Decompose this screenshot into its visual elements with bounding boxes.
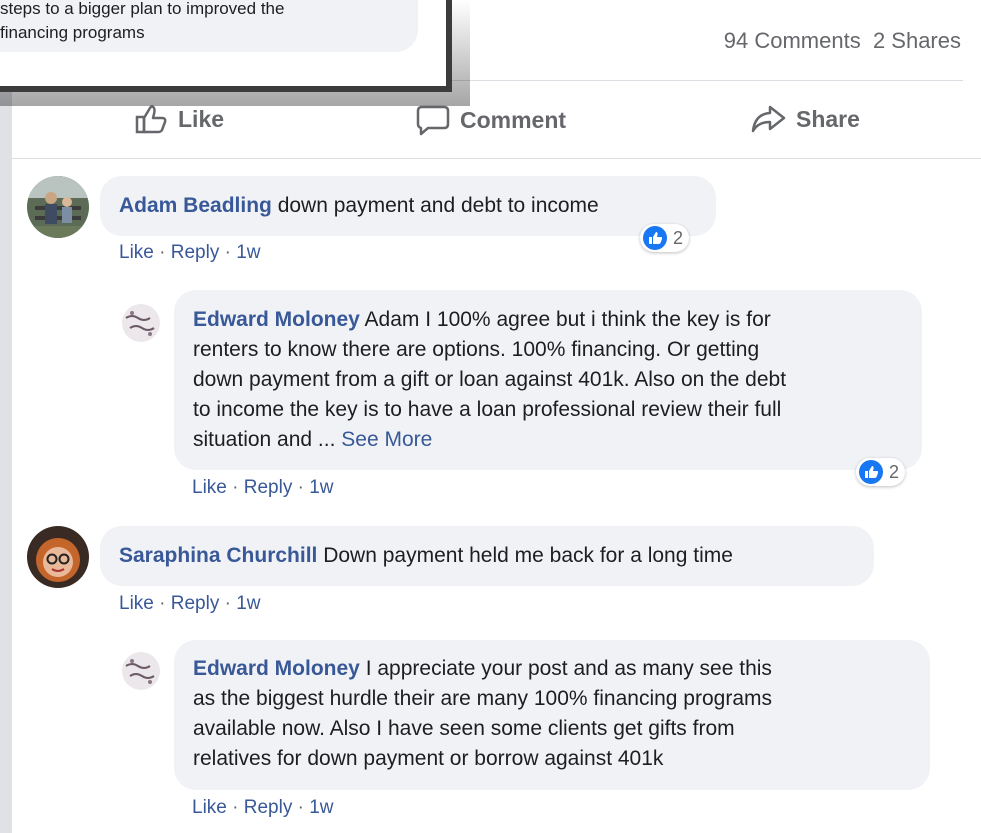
reply-timestamp[interactable]: 1w	[309, 797, 333, 818]
comment-actions: Like · Reply · 1w	[119, 242, 261, 263]
share-arrow-icon	[750, 104, 786, 134]
reply-text-line: down payment from a gift or loan against…	[193, 368, 787, 391]
shares-count-link[interactable]: 2 Shares	[873, 28, 961, 53]
reaction-count-value: 2	[673, 227, 684, 248]
comment-icon	[416, 104, 450, 136]
reply-text-line: to income the key is to have a loan prof…	[193, 398, 782, 421]
reply-timestamp[interactable]: 1w	[309, 477, 333, 498]
reply-like-link[interactable]: Like	[192, 477, 227, 498]
share-button[interactable]: Share	[750, 104, 860, 134]
reply-text-line: I appreciate your post and as many see t…	[359, 657, 772, 680]
comment-like-link[interactable]: Like	[119, 593, 154, 614]
reaction-count[interactable]: 2	[856, 458, 906, 486]
reaction-count[interactable]: 2	[640, 224, 690, 252]
avatar-edward-moloney[interactable]	[122, 304, 160, 342]
popup-comment-bubble: steps to a bigger plan to improved the f…	[0, 0, 418, 52]
thumbs-up-icon	[134, 104, 168, 134]
post-card: 94 Comments 2 Shares Like Comment Share	[12, 0, 981, 833]
popup-text-line: financing programs	[0, 23, 145, 42]
reply-text-line: renters to know there are options. 100% …	[193, 338, 760, 361]
reply-actions: Like · Reply · 1w	[192, 797, 334, 818]
reply-text-line: available now. Also I have seen some cli…	[193, 717, 735, 740]
reply-text-line: situation and ...	[193, 428, 342, 451]
reply-text-line: relatives for down payment or borrow aga…	[193, 747, 664, 770]
post-stats: 94 Comments 2 Shares	[724, 28, 961, 54]
share-button-label: Share	[796, 105, 860, 132]
popup-window: steps to a bigger plan to improved the f…	[0, 0, 452, 92]
comments-count-link[interactable]: 94 Comments	[724, 28, 861, 53]
comment-text: Down payment held me back for a long tim…	[317, 544, 733, 567]
comment-like-link[interactable]: Like	[119, 242, 154, 263]
reply-actions: Like · Reply · 1w	[192, 477, 334, 498]
reply-like-link[interactable]: Like	[192, 797, 227, 818]
divider	[12, 158, 981, 159]
reply-text-line: as the biggest hurdle their are many 100…	[193, 687, 772, 710]
reply-reply-link[interactable]: Reply	[244, 797, 293, 818]
like-button[interactable]: Like	[134, 104, 224, 134]
comment-bubble: Saraphina Churchill Down payment held me…	[100, 526, 874, 586]
reply-author[interactable]: Edward Moloney	[193, 657, 360, 680]
comment-reply-link[interactable]: Reply	[171, 593, 220, 614]
avatar-saraphina-churchill[interactable]	[27, 526, 89, 588]
reply-author[interactable]: Edward Moloney	[193, 308, 360, 331]
reply-reply-link[interactable]: Reply	[244, 477, 293, 498]
popup-text-line: steps to a bigger plan to improved the	[0, 0, 285, 18]
avatar-adam-beadling[interactable]	[27, 176, 89, 238]
popup-content: steps to a bigger plan to improved the f…	[0, 0, 446, 86]
reply-text-line: Adam I 100% agree but i think the key is…	[359, 308, 771, 331]
like-button-label: Like	[178, 105, 225, 132]
like-reaction-icon	[643, 226, 667, 250]
comment-author[interactable]: Adam Beadling	[119, 194, 272, 217]
comment-timestamp[interactable]: 1w	[236, 593, 260, 614]
comment-author[interactable]: Saraphina Churchill	[119, 544, 317, 567]
comment-actions: Like · Reply · 1w	[119, 593, 261, 614]
like-reaction-icon	[859, 460, 883, 484]
reaction-count-value: 2	[889, 461, 900, 482]
comment-button[interactable]: Comment	[416, 104, 566, 136]
comment-reply-link[interactable]: Reply	[171, 242, 220, 263]
comment-text: down payment and debt to income	[271, 194, 599, 217]
comment-timestamp[interactable]: 1w	[236, 242, 260, 263]
comment-bubble: Adam Beadling down payment and debt to i…	[100, 176, 716, 236]
comment-button-label: Comment	[460, 106, 567, 133]
reply-bubble: Edward Moloney Adam I 100% agree but i t…	[174, 290, 922, 470]
see-more-link[interactable]: See More	[341, 428, 432, 451]
avatar-edward-moloney[interactable]	[122, 652, 160, 690]
reply-bubble: Edward Moloney I appreciate your post an…	[174, 640, 930, 790]
